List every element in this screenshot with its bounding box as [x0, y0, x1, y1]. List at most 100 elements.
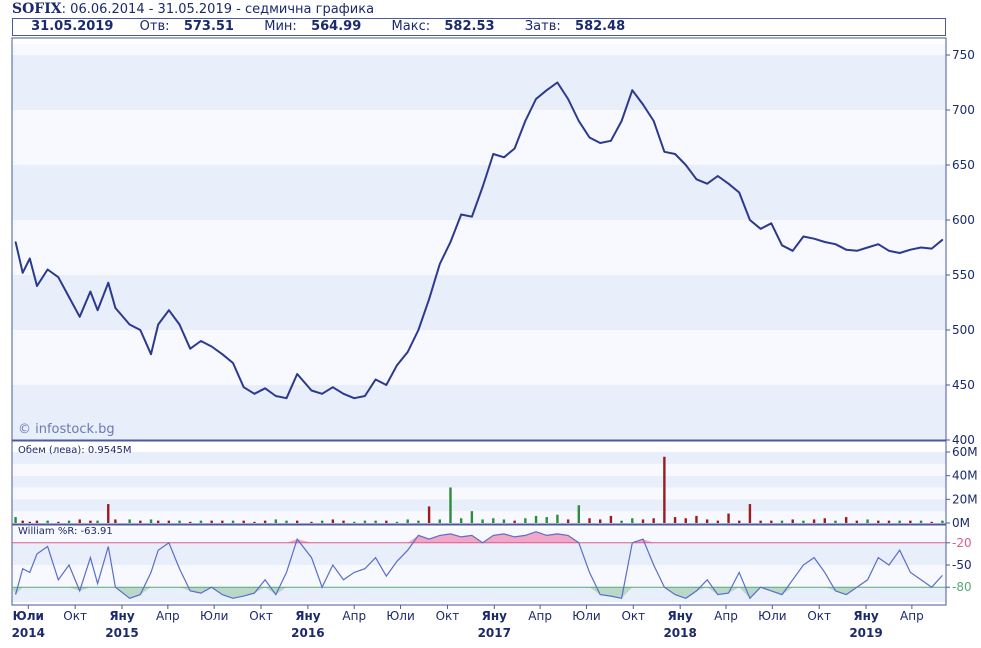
volume-bar	[199, 520, 203, 523]
price-point	[663, 151, 666, 153]
volume-bar	[909, 520, 912, 523]
price-point	[342, 393, 345, 395]
volume-bar	[556, 514, 559, 523]
price-point	[674, 153, 676, 155]
price-point	[275, 395, 277, 397]
price-point	[428, 298, 430, 301]
price-point	[285, 397, 288, 400]
price-point	[232, 362, 234, 364]
price-point	[823, 241, 826, 243]
price-point	[845, 248, 847, 251]
volume-bar	[524, 518, 527, 523]
x-month-label: Апр	[714, 609, 738, 623]
price-point	[802, 235, 805, 238]
price-point	[813, 237, 815, 240]
wr-band	[12, 587, 946, 602]
price-point	[150, 353, 152, 356]
volume-bar	[492, 518, 495, 523]
volume-bar	[89, 520, 92, 523]
x-month-label: Юли	[13, 609, 44, 623]
volume-bar	[855, 520, 859, 523]
volume-bar	[149, 519, 153, 523]
price-tick-label: 500	[952, 323, 975, 337]
volume-bar	[770, 520, 773, 523]
x-year-label: 2014	[12, 626, 45, 640]
price-point	[96, 309, 99, 312]
volume-bar	[577, 505, 581, 523]
x-month-label: Яну	[295, 609, 321, 623]
volume-bar	[599, 519, 602, 523]
volume-bar	[96, 520, 99, 523]
price-point	[374, 378, 377, 381]
price-point	[321, 393, 323, 395]
x-month-label: Апр	[156, 609, 180, 623]
price-point	[866, 246, 869, 249]
price-point	[396, 364, 398, 367]
x-month-label: Окт	[621, 609, 645, 623]
price-point	[460, 213, 462, 216]
x-month-label: Окт	[249, 609, 273, 623]
price-point	[128, 323, 131, 326]
volume-band	[12, 499, 946, 512]
volume-bar	[780, 520, 784, 523]
price-point	[856, 250, 858, 252]
price-point	[107, 281, 110, 284]
price-point	[89, 290, 92, 293]
x-year-label: 2018	[663, 626, 696, 640]
price-point	[481, 186, 484, 188]
price-point	[909, 248, 912, 251]
price-point	[114, 307, 117, 309]
volume-bar	[374, 520, 377, 523]
volume-bar	[167, 520, 171, 523]
volume-bar	[834, 520, 837, 523]
price-point	[157, 323, 159, 326]
volume-bar	[139, 520, 142, 523]
price-point	[353, 397, 356, 400]
volume-band	[12, 475, 946, 488]
x-month-label: Яну	[667, 609, 693, 623]
volume-bar	[14, 517, 17, 523]
watermark-text: © infostock.bg	[18, 422, 115, 437]
volume-bar	[748, 504, 752, 523]
volume-bar	[67, 520, 71, 523]
volume-bar	[695, 515, 698, 523]
volume-bar	[823, 518, 826, 523]
price-point	[759, 228, 762, 230]
price-point	[189, 347, 192, 350]
price-point	[738, 191, 741, 194]
price-point	[620, 120, 623, 122]
volume-bar	[417, 520, 420, 523]
price-point	[332, 386, 334, 389]
price-point	[524, 120, 527, 122]
volume-bar	[28, 521, 32, 523]
volume-bar	[178, 520, 181, 523]
volume-bar	[652, 518, 655, 523]
volume-bar	[941, 520, 944, 523]
volume-band	[12, 487, 946, 500]
volume-bar	[342, 520, 345, 523]
volume-bar	[727, 513, 730, 523]
volume-bar	[663, 456, 666, 523]
volume-panel-label: Обем (лева): 0.9545M	[18, 445, 131, 456]
sofix-chart: 75070065060055050045040060M40M20M0M-20-5…	[11, 37, 978, 640]
price-point	[588, 136, 591, 139]
volume-bar	[673, 517, 677, 523]
x-year-label: 2016	[291, 626, 324, 640]
price-point	[684, 164, 687, 166]
price-point	[545, 89, 548, 91]
price-point	[46, 268, 49, 271]
volume-bar	[919, 520, 923, 523]
x-year-label: 2019	[849, 626, 882, 640]
volume-bar	[641, 519, 645, 523]
x-month-label: Яну	[853, 609, 879, 623]
price-point	[503, 156, 505, 159]
x-month-label: Апр	[528, 609, 552, 623]
price-point	[567, 98, 569, 100]
volume-bar	[331, 519, 335, 523]
x-month-label: Юли	[386, 609, 414, 623]
price-band	[12, 55, 946, 110]
price-point	[717, 175, 719, 177]
x-month-label: Юли	[758, 609, 786, 623]
volume-bar	[274, 519, 278, 523]
volume-band	[12, 452, 946, 464]
